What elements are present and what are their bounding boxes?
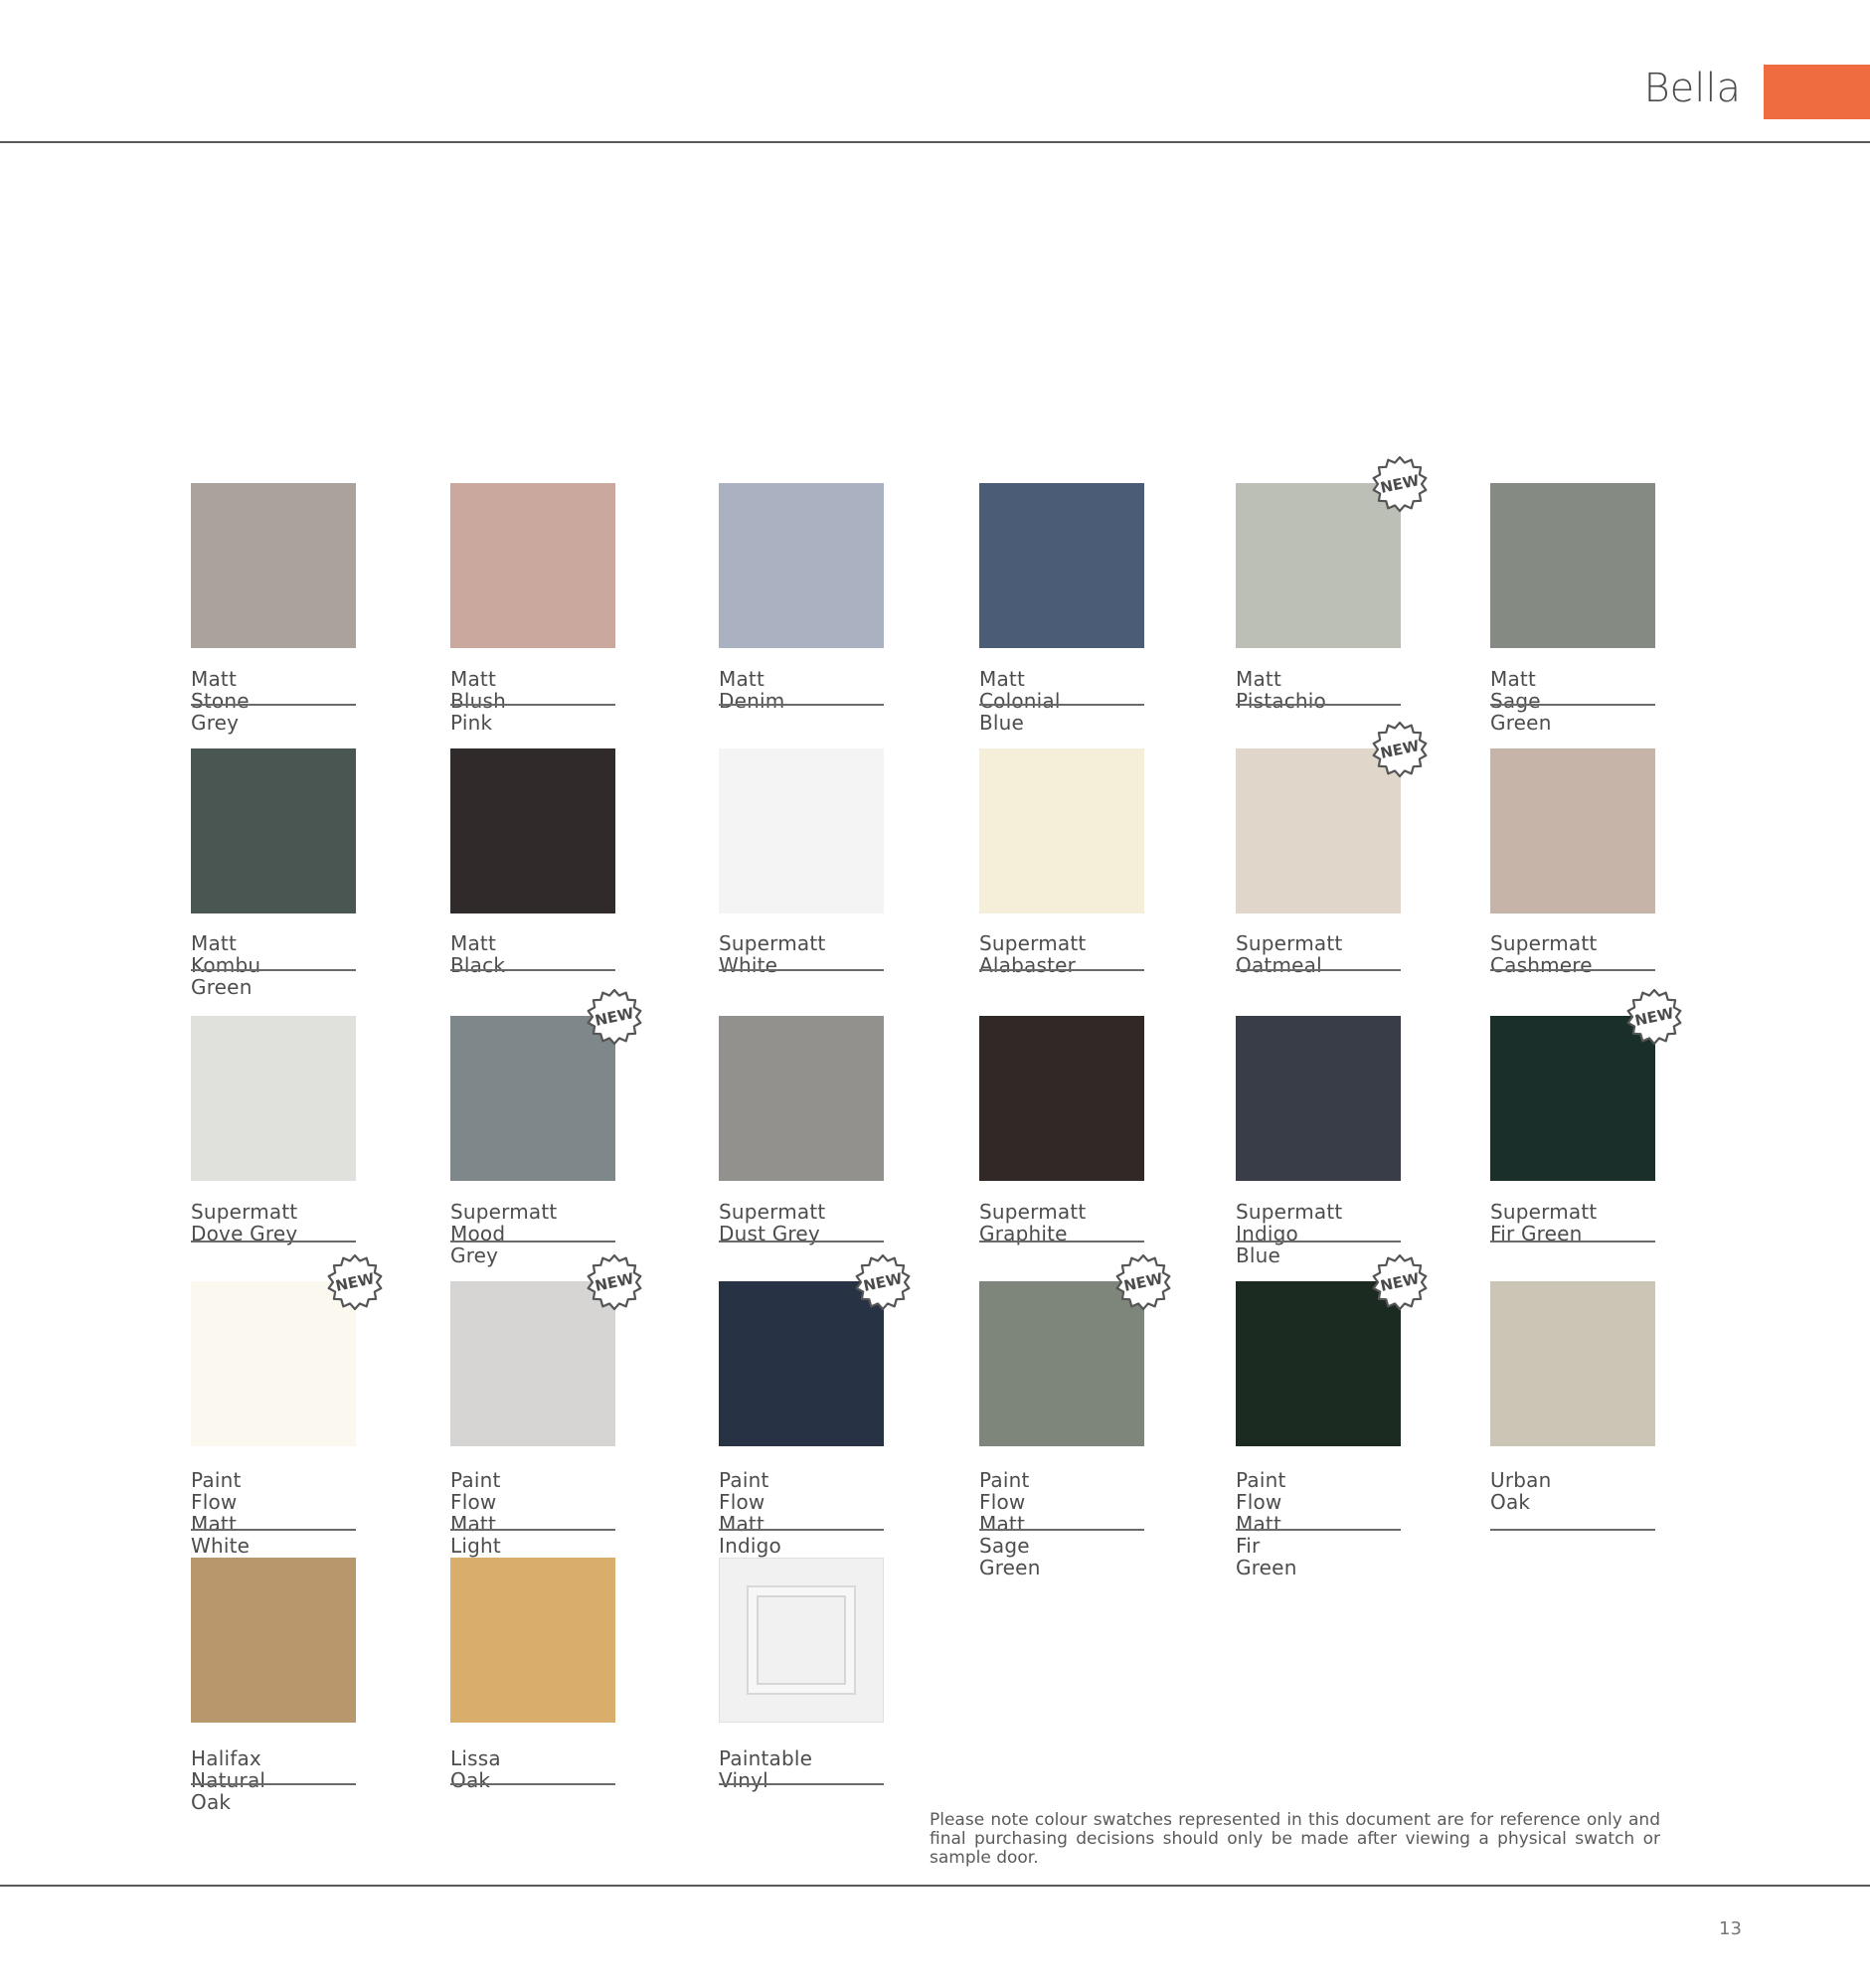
swatch-label: Matt Colonial Blue	[979, 667, 1061, 735]
swatch-underline	[1236, 969, 1401, 971]
accent-bar	[1764, 65, 1870, 119]
new-badge-icon: NEW	[1372, 721, 1428, 778]
swatch-underline	[719, 969, 884, 971]
swatch-underline	[450, 1529, 615, 1531]
color-swatch	[1236, 1016, 1401, 1181]
swatch-underline	[719, 1529, 884, 1531]
color-swatch	[450, 748, 615, 913]
swatch-underline	[1490, 969, 1655, 971]
swatch-underline	[1236, 704, 1401, 706]
color-swatch	[1490, 483, 1655, 648]
color-swatch	[1490, 748, 1655, 913]
color-swatch	[450, 1558, 615, 1723]
color-swatch	[191, 748, 356, 913]
swatch-label: Supermatt Mood Grey	[450, 1200, 558, 1267]
swatch-underline	[191, 704, 356, 706]
swatch-underline	[191, 1241, 356, 1242]
swatch-underline	[191, 1529, 356, 1531]
color-swatch	[191, 1016, 356, 1181]
color-swatch	[191, 1558, 356, 1723]
swatch-underline	[1236, 1241, 1401, 1242]
page-number: 13	[1719, 1918, 1742, 1939]
color-swatch	[719, 1558, 884, 1723]
new-badge-icon: NEW	[1626, 988, 1682, 1046]
swatch-underline	[1490, 1529, 1655, 1531]
new-badge-icon: NEW	[587, 988, 642, 1046]
swatch-label: Supermatt Fir Green	[1490, 1200, 1598, 1245]
top-divider	[0, 141, 1870, 143]
swatch-underline	[719, 1241, 884, 1242]
swatch-underline	[191, 1783, 356, 1785]
swatch-underline	[450, 1783, 615, 1785]
brand-title: Bella	[1643, 66, 1741, 111]
color-swatch	[719, 1016, 884, 1181]
new-badge-icon: NEW	[1115, 1253, 1171, 1311]
swatch-label: Paint Flow Matt White	[191, 1468, 251, 1558]
swatch-label: Matt Kombu Green	[191, 931, 261, 999]
swatch-label: Matt Blush Pink	[450, 667, 507, 735]
swatch-label: Supermatt Dust Grey	[719, 1200, 826, 1245]
swatch-underline	[719, 704, 884, 706]
new-badge-icon: NEW	[587, 1253, 642, 1311]
color-swatch	[979, 1016, 1144, 1181]
new-badge-icon: NEW	[327, 1253, 383, 1311]
swatch-label: Paint Flow Matt Sage Green	[979, 1468, 1041, 1579]
disclaimer-note: Please note colour swatches represented …	[930, 1810, 1660, 1868]
color-swatch	[450, 483, 615, 648]
swatch-label: Supermatt Graphite	[979, 1200, 1087, 1245]
color-swatch	[979, 748, 1144, 913]
swatch-underline	[719, 1783, 884, 1785]
swatch-label: Paint Flow Matt Fir Green	[1236, 1468, 1297, 1579]
swatch-label: Supermatt Dove Grey	[191, 1200, 298, 1245]
swatch-label: Matt Stone Grey	[191, 667, 250, 735]
swatch-underline	[979, 969, 1144, 971]
door-panel	[747, 1585, 856, 1695]
swatch-underline	[979, 704, 1144, 706]
color-swatch	[1490, 1281, 1655, 1446]
swatch-underline	[191, 969, 356, 971]
swatch-label: Urban Oak	[1490, 1468, 1552, 1514]
new-badge-icon: NEW	[855, 1253, 911, 1311]
swatch-label: Supermatt Indigo Blue	[1236, 1200, 1343, 1267]
color-swatch	[979, 483, 1144, 648]
swatch-underline	[450, 704, 615, 706]
swatch-underline	[1236, 1529, 1401, 1531]
swatch-label: Halifax Natural Oak	[191, 1746, 266, 1814]
color-swatch	[719, 748, 884, 913]
swatch-underline	[1490, 1241, 1655, 1242]
new-badge-icon: NEW	[1372, 1253, 1428, 1311]
bottom-divider	[0, 1885, 1870, 1887]
swatch-label: Matt Sage Green	[1490, 667, 1552, 735]
swatch-underline	[979, 1529, 1144, 1531]
swatch-underline	[450, 969, 615, 971]
swatch-underline	[1490, 704, 1655, 706]
color-swatch	[719, 483, 884, 648]
swatch-underline	[450, 1241, 615, 1242]
swatch-underline	[979, 1241, 1144, 1242]
color-swatch	[191, 483, 356, 648]
new-badge-icon: NEW	[1372, 455, 1428, 513]
